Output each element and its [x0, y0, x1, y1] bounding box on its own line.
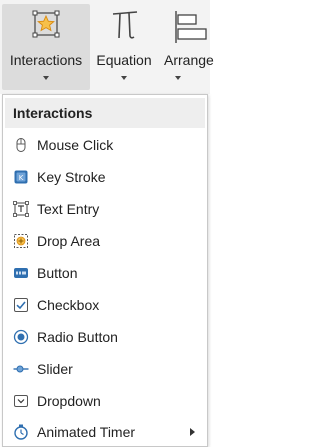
radio-icon	[13, 329, 29, 345]
menu-item-checkbox[interactable]: Checkbox	[5, 290, 205, 320]
menu-item-label: Text Entry	[37, 201, 100, 217]
drop-area-icon	[13, 233, 29, 249]
star-in-box-icon	[32, 10, 60, 43]
menu-item-key-stroke[interactable]: K Key Stroke	[5, 162, 205, 192]
timer-icon	[13, 424, 29, 440]
button-icon	[13, 265, 29, 281]
submenu-arrow-icon	[190, 428, 195, 436]
menu-item-mouse-click[interactable]: Mouse Click	[5, 130, 205, 160]
menu-item-drop-area[interactable]: Drop Area	[5, 226, 205, 256]
menu-item-slider[interactable]: Slider	[5, 354, 205, 384]
align-icon	[174, 10, 208, 49]
menu-item-label: Animated Timer	[37, 424, 136, 440]
menu-item-button[interactable]: Button	[5, 258, 205, 288]
chevron-down-icon	[121, 76, 127, 80]
ribbon: Interactions Equation Arrange	[0, 0, 214, 94]
menu-item-label: Drop Area	[37, 233, 101, 249]
dropdown-icon	[13, 393, 29, 409]
menu-item-label: Key Stroke	[37, 169, 106, 185]
menu-item-animated-timer[interactable]: Animated Timer	[5, 417, 205, 447]
slider-icon	[13, 361, 29, 377]
arrange-label: Arrange	[164, 52, 214, 68]
svg-text:K: K	[19, 174, 24, 182]
equation-ribbon-button[interactable]: Equation	[92, 4, 156, 90]
chevron-down-icon	[43, 76, 49, 80]
menu-item-text-entry[interactable]: Text Entry	[5, 194, 205, 224]
menu-item-label: Button	[37, 265, 78, 281]
mouse-icon	[13, 137, 29, 153]
menu-item-radio-button[interactable]: Radio Button	[5, 322, 205, 352]
text-entry-icon	[13, 201, 29, 217]
checkbox-icon	[13, 297, 29, 313]
pi-icon	[110, 6, 140, 47]
interactions-ribbon-button[interactable]: Interactions	[2, 4, 90, 90]
menu-item-dropdown[interactable]: Dropdown	[5, 386, 205, 416]
interactions-label: Interactions	[9, 52, 83, 68]
menu-item-label: Mouse Click	[37, 137, 114, 153]
menu-item-label: Radio Button	[37, 329, 118, 345]
arrange-ribbon-button[interactable]: Arrange	[160, 4, 220, 90]
equation-label: Equation	[96, 52, 152, 68]
key-icon: K	[13, 169, 29, 185]
menu-item-label: Dropdown	[37, 393, 101, 409]
interactions-menu: Interactions Mouse Click K Key Stroke Te…	[2, 94, 208, 447]
menu-item-label: Checkbox	[37, 297, 100, 313]
menu-header: Interactions	[5, 98, 205, 128]
menu-item-label: Slider	[37, 361, 73, 377]
chevron-down-icon	[175, 76, 181, 80]
